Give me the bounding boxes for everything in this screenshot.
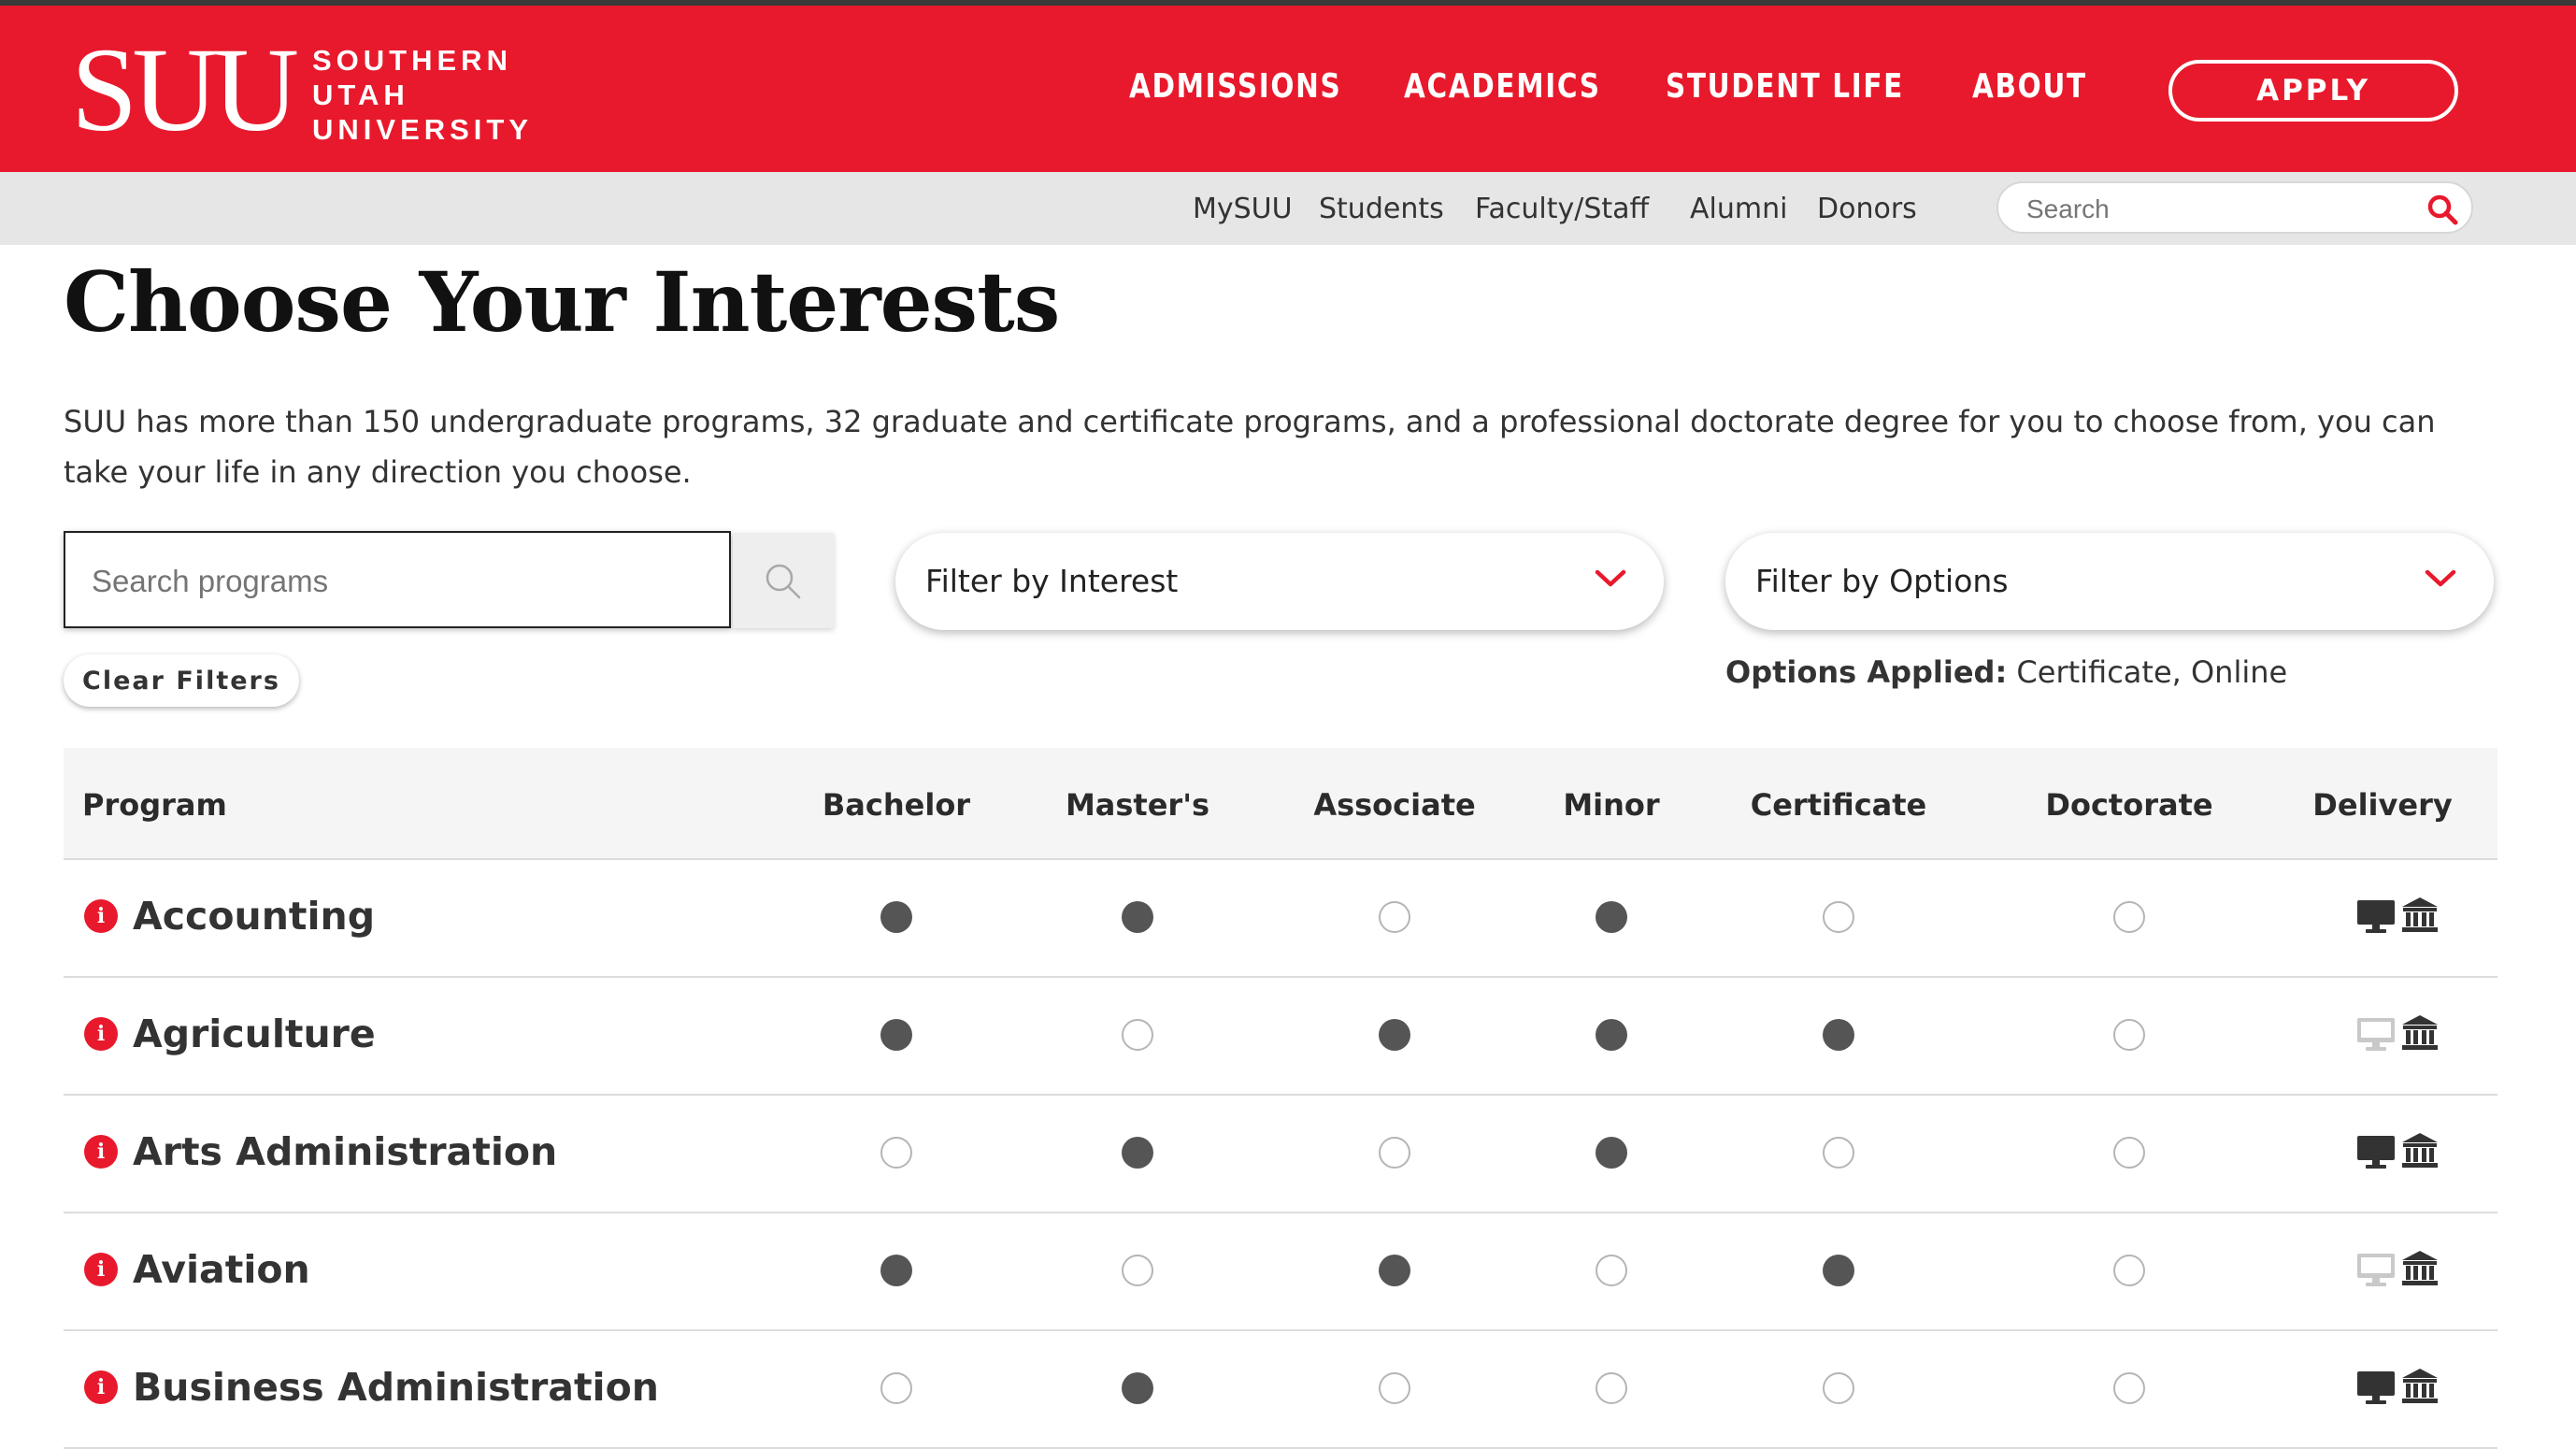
column-header-masters[interactable]: Master's [1066,787,1209,823]
program-name[interactable]: Aviation [133,1247,310,1292]
doctorate-unavailable-dot [2113,1019,2145,1051]
subnav-alumni[interactable]: Alumni [1690,193,1787,225]
masters-unavailable-dot [1122,1255,1153,1286]
program-search-button[interactable] [733,533,834,628]
nav-admissions[interactable]: ADMISSIONS [1129,67,1341,114]
certificate-unavailable-dot [1823,1137,1854,1169]
minor-unavailable-dot [1596,1372,1627,1404]
subnav-faculty-staff[interactable]: Faculty/Staff [1475,193,1649,225]
minor-available-dot [1596,1019,1627,1051]
subnav-mysuu[interactable]: MySUU [1193,193,1293,225]
campus-building-icon [2402,1251,2438,1285]
programs-table: Program Bachelor Master's Associate Mino… [64,748,2497,1449]
program-search [64,531,731,628]
info-icon[interactable]: i [84,1253,118,1286]
online-monitor-icon [2357,1136,2395,1169]
masters-available-dot [1122,1137,1153,1169]
table-row[interactable]: i Accounting [64,860,2497,978]
table-row[interactable]: i Aviation [64,1213,2497,1331]
bachelor-unavailable-dot [880,1137,912,1169]
bachelor-unavailable-dot [880,1372,912,1404]
online-monitor-icon-disabled [2357,1254,2395,1286]
info-icon[interactable]: i [84,899,118,933]
associate-available-dot [1379,1255,1410,1286]
nav-about[interactable]: ABOUT [1972,67,2087,114]
logo-line-3: UNIVERSITY [312,113,534,146]
associate-unavailable-dot [1379,1137,1410,1169]
site-search [1996,181,2473,234]
filter-options-label: Filter by Options [1755,563,2009,599]
search-icon[interactable] [2426,194,2458,225]
online-monitor-icon-disabled [2357,1018,2395,1051]
table-row[interactable]: i Business Administration [64,1331,2497,1449]
certificate-available-dot [1823,1019,1854,1051]
table-row[interactable]: i Arts Administration [64,1096,2497,1213]
online-monitor-icon [2357,900,2395,933]
doctorate-unavailable-dot [2113,1372,2145,1404]
search-icon [766,564,801,599]
minor-unavailable-dot [1596,1255,1627,1286]
filter-interest-label: Filter by Interest [925,563,1179,599]
nav-student-life[interactable]: STUDENT LIFE [1666,67,1904,114]
bachelor-available-dot [880,1255,912,1286]
subnav-students[interactable]: Students [1319,193,1444,225]
info-icon[interactable]: i [84,1135,118,1169]
apply-button[interactable]: APPLY [2168,60,2458,122]
masters-unavailable-dot [1122,1019,1153,1051]
doctorate-unavailable-dot [2113,1137,2145,1169]
page-title: Choose Your Interests [64,253,1060,351]
nav-academics[interactable]: ACADEMICS [1404,67,1601,114]
bachelor-available-dot [880,1019,912,1051]
associate-available-dot [1379,1019,1410,1051]
options-applied-value: Certificate, Online [2007,654,2288,690]
column-header-bachelor[interactable]: Bachelor [823,787,970,823]
minor-available-dot [1596,1137,1627,1169]
site-search-input[interactable] [2025,191,2421,228]
column-header-minor[interactable]: Minor [1563,787,1659,823]
campus-building-icon [2402,1015,2438,1050]
bachelor-available-dot [880,901,912,933]
doctorate-unavailable-dot [2113,1255,2145,1286]
suu-logo-mark[interactable]: SUU [71,30,299,150]
program-search-input[interactable] [90,557,692,606]
online-monitor-icon [2357,1371,2395,1404]
program-name[interactable]: Accounting [133,894,375,939]
program-name[interactable]: Agriculture [133,1011,376,1056]
certificate-available-dot [1823,1255,1854,1286]
masters-available-dot [1122,901,1153,933]
info-icon[interactable]: i [84,1017,118,1051]
column-header-doctorate[interactable]: Doctorate [2045,787,2212,823]
program-name[interactable]: Arts Administration [133,1129,557,1174]
subnav-donors[interactable]: Donors [1817,193,1917,225]
suu-logo-text[interactable]: SOUTHERN UTAH UNIVERSITY [312,43,533,147]
certificate-unavailable-dot [1823,1372,1854,1404]
campus-building-icon [2402,1369,2438,1403]
campus-building-icon [2402,1133,2438,1168]
chevron-down-icon [2425,569,2456,587]
options-applied-label: Options Applied: [1725,654,2008,690]
associate-unavailable-dot [1379,901,1410,933]
chevron-down-icon [1595,569,1626,587]
column-header-program[interactable]: Program [82,787,227,823]
certificate-unavailable-dot [1823,901,1854,933]
program-name[interactable]: Business Administration [133,1365,659,1410]
options-applied: Options Applied: Certificate, Online [1725,654,2287,690]
filter-by-options-dropdown[interactable]: Filter by Options [1725,533,2494,630]
masters-available-dot [1122,1372,1153,1404]
doctorate-unavailable-dot [2113,901,2145,933]
column-header-delivery[interactable]: Delivery [2312,787,2452,823]
table-header: Program Bachelor Master's Associate Mino… [64,748,2497,860]
column-header-associate[interactable]: Associate [1313,787,1475,823]
minor-available-dot [1596,901,1627,933]
info-icon[interactable]: i [84,1370,118,1404]
logo-line-1: SOUTHERN [312,44,512,77]
logo-line-2: UTAH [312,79,409,111]
clear-filters-button[interactable]: Clear Filters [64,654,299,707]
table-row[interactable]: i Agriculture [64,978,2497,1096]
associate-unavailable-dot [1379,1372,1410,1404]
intro-text: SUU has more than 150 undergraduate prog… [64,404,2436,490]
campus-building-icon [2402,897,2438,932]
column-header-certificate[interactable]: Certificate [1751,787,1927,823]
filter-by-interest-dropdown[interactable]: Filter by Interest [895,533,1664,630]
